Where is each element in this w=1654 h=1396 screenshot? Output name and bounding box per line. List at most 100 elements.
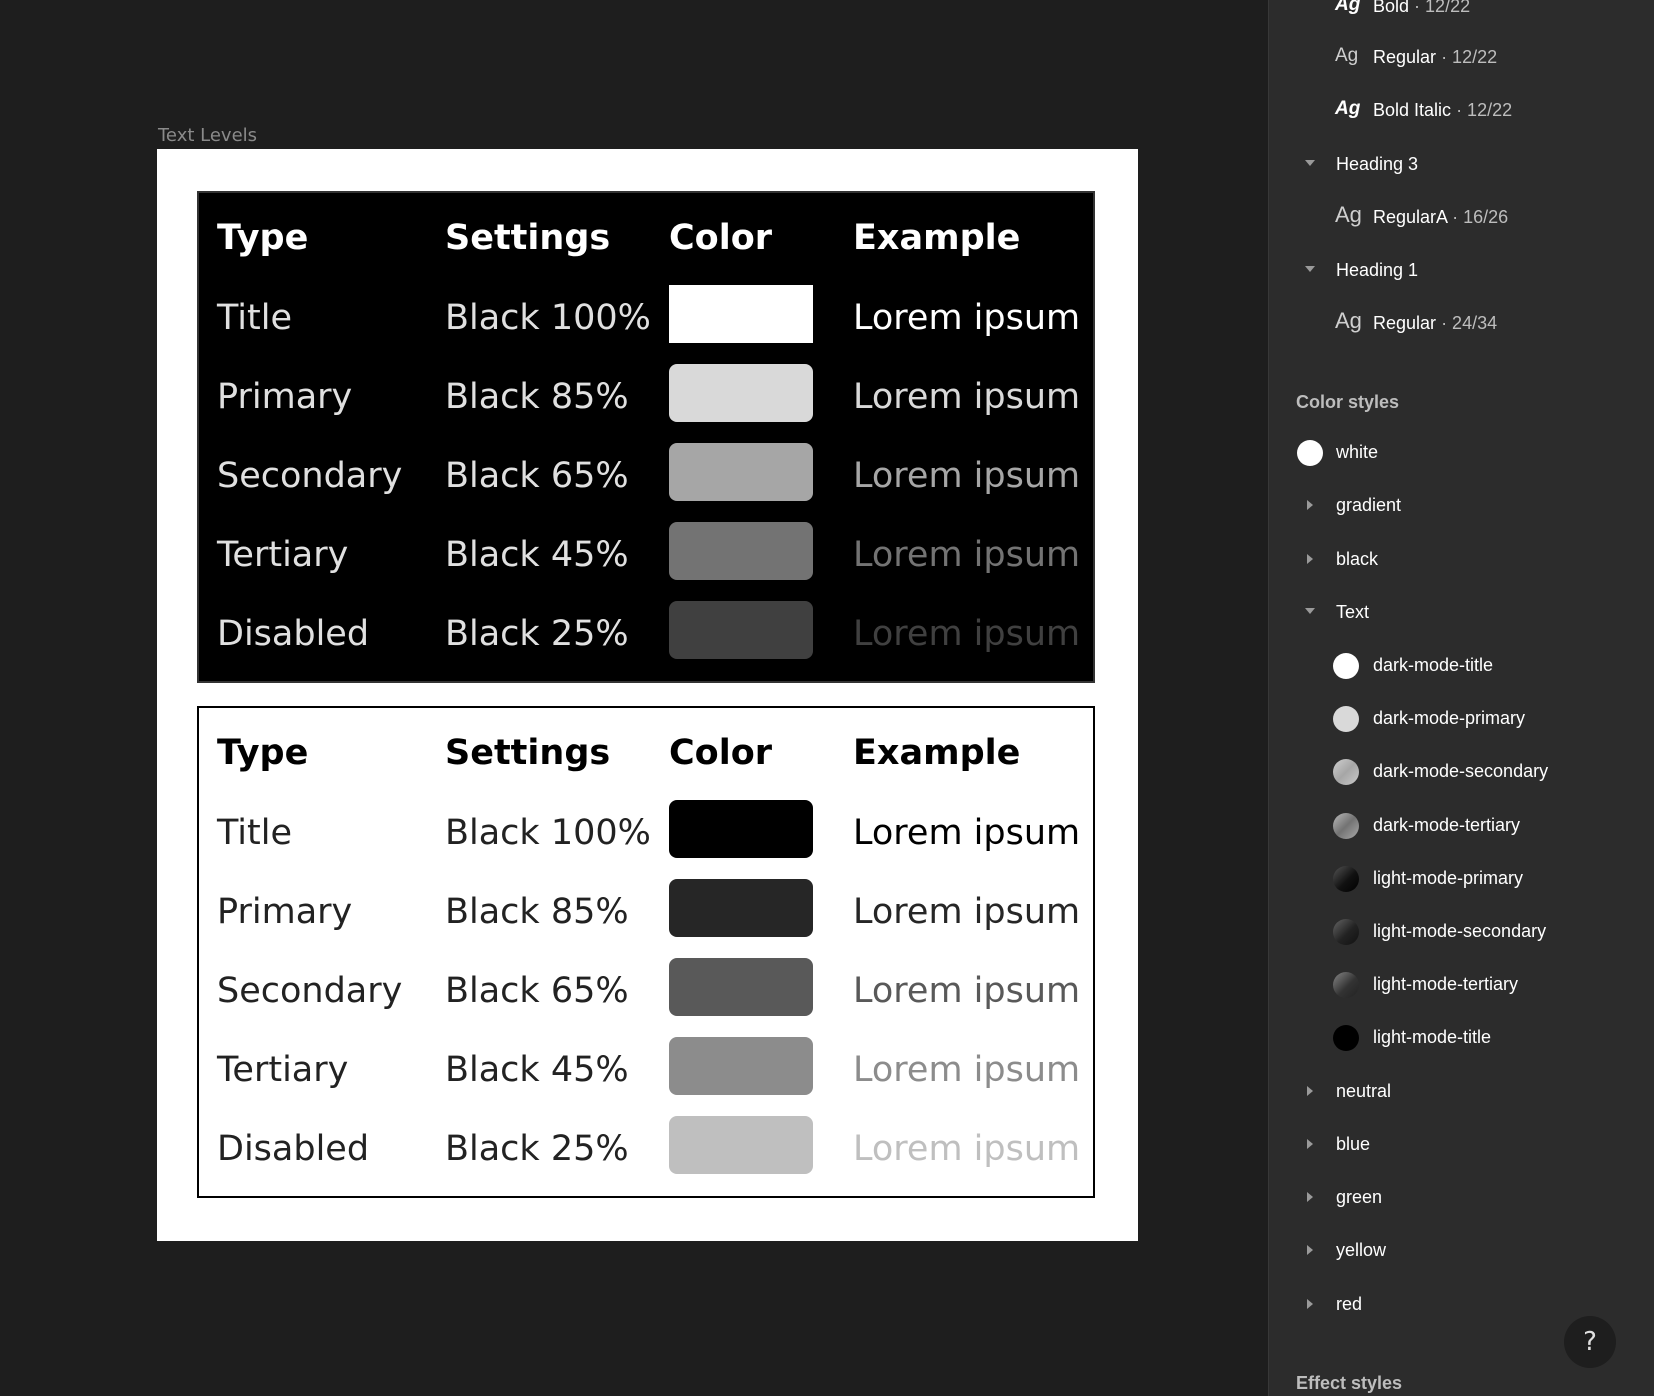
color-group-label: black <box>1336 549 1379 569</box>
chevron-right-icon[interactable] <box>1307 1139 1313 1149</box>
color-style-item[interactable]: light-mode-secondary <box>1269 912 1654 952</box>
color-swatch-icon <box>1333 972 1359 998</box>
row-example: Lorem ipsum <box>853 535 1081 575</box>
row-settings: Black 25% <box>445 1129 629 1169</box>
color-swatch <box>669 522 813 580</box>
row-type: Tertiary <box>217 1050 349 1090</box>
color-swatch-icon <box>1333 653 1359 679</box>
color-style-item[interactable]: dark-mode-primary <box>1269 699 1654 739</box>
text-style-name: Regular <box>1373 47 1437 67</box>
row-settings: Black 85% <box>445 892 629 932</box>
styles-panel: Ag Bold · 12/22 Ag Regular · 12/22 Ag Bo… <box>1268 0 1654 1396</box>
row-settings: Black 65% <box>445 456 629 496</box>
color-style-label: light-mode-tertiary <box>1373 974 1519 994</box>
chevron-right-icon[interactable] <box>1307 1086 1313 1096</box>
color-group-label: neutral <box>1336 1081 1392 1101</box>
light-mode-table: Type Settings Color Example Title Black … <box>197 706 1095 1198</box>
color-style-white[interactable]: white <box>1269 433 1654 473</box>
color-swatch <box>669 800 813 858</box>
row-settings: Black 45% <box>445 1050 629 1090</box>
design-canvas[interactable]: Text Levels Type Settings Color Example … <box>0 0 1268 1396</box>
row-type: Title <box>217 813 293 853</box>
text-style-item[interactable]: Ag Regular · 24/34 <box>1269 304 1654 344</box>
color-style-item[interactable]: light-mode-tertiary <box>1269 965 1654 1005</box>
row-type: Secondary <box>217 456 403 496</box>
row-type: Primary <box>217 892 353 932</box>
color-swatch-icon <box>1333 866 1359 892</box>
color-style-label: dark-mode-tertiary <box>1373 815 1521 835</box>
text-style-size: · 12/22 <box>1456 100 1513 120</box>
text-style-item[interactable]: Ag Regular · 12/22 <box>1269 38 1654 78</box>
chevron-right-icon[interactable] <box>1307 554 1313 564</box>
text-style-size: · 24/34 <box>1441 313 1498 333</box>
row-type: Title <box>217 298 293 338</box>
group-label: Heading 1 <box>1336 260 1419 280</box>
color-style-item[interactable]: light-mode-title <box>1269 1018 1654 1058</box>
row-settings: Black 45% <box>445 535 629 575</box>
chevron-down-icon[interactable] <box>1305 266 1315 272</box>
row-settings: Black 25% <box>445 614 629 654</box>
color-style-item[interactable]: dark-mode-secondary <box>1269 752 1654 792</box>
header-type: Type <box>217 733 309 773</box>
text-style-item[interactable]: Ag Bold · 12/22 <box>1269 0 1654 27</box>
row-settings: Black 85% <box>445 377 629 417</box>
color-style-item[interactable]: dark-mode-tertiary <box>1269 806 1654 846</box>
row-example: Lorem ipsum <box>853 377 1081 417</box>
color-group-black[interactable]: black <box>1269 540 1654 580</box>
header-color: Color <box>669 733 773 773</box>
chevron-down-icon[interactable] <box>1305 608 1315 614</box>
help-button[interactable]: ? <box>1564 1316 1616 1368</box>
color-group-yellow[interactable]: yellow <box>1269 1231 1654 1271</box>
frame-label[interactable]: Text Levels <box>158 125 257 146</box>
color-style-item[interactable]: dark-mode-title <box>1269 646 1654 686</box>
color-swatch <box>669 879 813 937</box>
chevron-right-icon[interactable] <box>1307 1192 1313 1202</box>
chevron-right-icon[interactable] <box>1307 1245 1313 1255</box>
color-group-green[interactable]: green <box>1269 1178 1654 1218</box>
color-group-text[interactable]: Text <box>1269 593 1654 633</box>
color-group-gradient[interactable]: gradient <box>1269 486 1654 526</box>
text-style-size: · 12/22 <box>1414 0 1471 16</box>
row-type: Secondary <box>217 971 403 1011</box>
color-group-label: yellow <box>1336 1240 1387 1260</box>
effect-styles-title: Effect styles <box>1296 1373 1403 1393</box>
chevron-right-icon[interactable] <box>1307 1299 1313 1309</box>
color-swatch-icon <box>1333 919 1359 945</box>
color-swatch-icon <box>1333 813 1359 839</box>
chevron-down-icon[interactable] <box>1305 160 1315 166</box>
group-label: Heading 3 <box>1336 154 1419 174</box>
color-style-label: white <box>1336 442 1379 462</box>
color-swatch <box>669 601 813 659</box>
header-settings: Settings <box>445 733 611 773</box>
row-type: Disabled <box>217 1129 370 1169</box>
heading-1-group[interactable]: Heading 1 <box>1269 251 1654 291</box>
text-levels-frame[interactable]: Type Settings Color Example Title Black … <box>157 149 1138 1241</box>
color-swatch <box>669 443 813 501</box>
color-swatch <box>669 285 813 343</box>
row-type: Tertiary <box>217 535 349 575</box>
color-swatch <box>669 1037 813 1095</box>
color-group-label: gradient <box>1336 495 1402 515</box>
dark-mode-table: Type Settings Color Example Title Black … <box>197 191 1095 683</box>
row-settings: Black 100% <box>445 813 651 853</box>
color-swatch-icon <box>1333 1025 1359 1051</box>
text-style-item[interactable]: Ag Bold Italic · 12/22 <box>1269 91 1654 131</box>
chevron-right-icon[interactable] <box>1307 500 1313 510</box>
header-type: Type <box>217 218 309 258</box>
color-group-neutral[interactable]: neutral <box>1269 1072 1654 1112</box>
text-style-icon: Ag <box>1335 202 1362 227</box>
color-group-blue[interactable]: blue <box>1269 1125 1654 1165</box>
row-example: Lorem ipsum <box>853 1129 1081 1169</box>
color-swatch <box>669 1116 813 1174</box>
heading-3-group[interactable]: Heading 3 <box>1269 145 1654 185</box>
color-swatch-icon <box>1333 759 1359 785</box>
color-style-label: light-mode-title <box>1373 1027 1492 1047</box>
color-style-item[interactable]: light-mode-primary <box>1269 859 1654 899</box>
color-group-label: blue <box>1336 1134 1371 1154</box>
row-example: Lorem ipsum <box>853 813 1081 853</box>
color-group-label: red <box>1336 1294 1363 1314</box>
text-style-icon: Ag <box>1335 45 1359 66</box>
text-style-icon: Ag <box>1335 308 1362 333</box>
text-style-item[interactable]: Ag RegularA · 16/26 <box>1269 198 1654 238</box>
row-example: Lorem ipsum <box>853 892 1081 932</box>
